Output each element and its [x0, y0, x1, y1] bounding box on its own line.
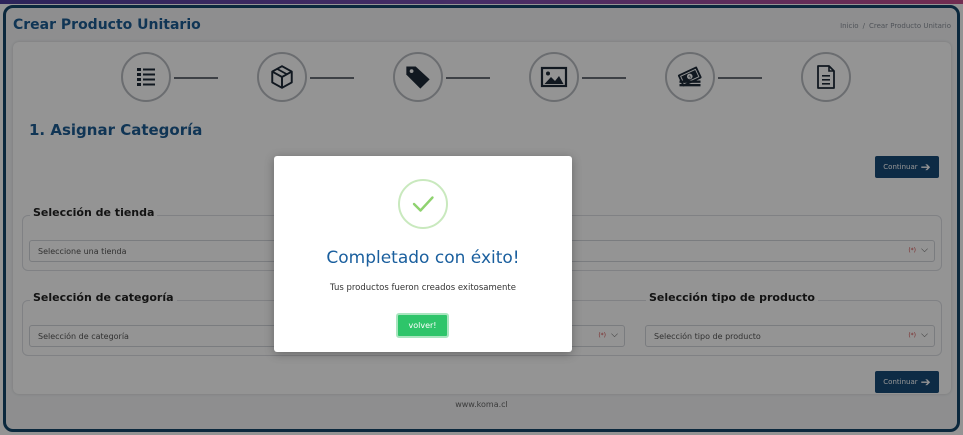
success-check-icon	[398, 179, 448, 229]
modal-message: Tus productos fueron creados exitosament…	[330, 283, 516, 293]
modal-title: Completado con éxito!	[326, 248, 520, 268]
success-modal: Completado con éxito! Tus productos fuer…	[274, 156, 572, 352]
volver-button[interactable]: volver!	[396, 313, 449, 338]
